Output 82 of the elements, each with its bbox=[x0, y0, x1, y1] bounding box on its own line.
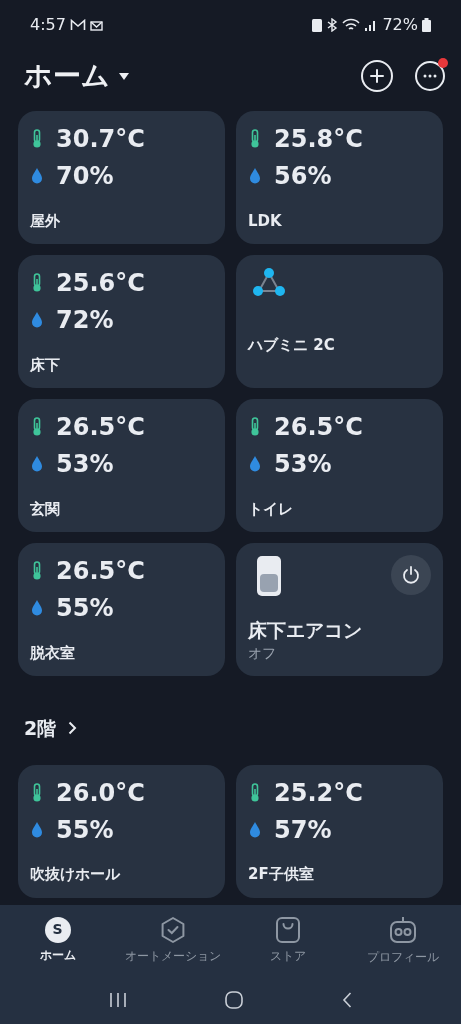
temperature: 26.5°C bbox=[56, 559, 145, 583]
power-icon bbox=[401, 565, 421, 585]
envelope-icon bbox=[89, 19, 103, 31]
humidity: 53% bbox=[274, 452, 332, 476]
sensor-card[interactable]: 26.5°C 53% トイレ bbox=[236, 399, 443, 532]
sensor-card[interactable]: 30.7°C 70% 屋外 bbox=[18, 111, 225, 244]
sensor-card[interactable]: 25.6°C 72% 床下 bbox=[18, 255, 225, 388]
wifi-icon bbox=[342, 18, 361, 32]
battery-saver-icon bbox=[312, 18, 323, 32]
device-name: 2F子供室 bbox=[248, 864, 315, 885]
sensor-card[interactable]: 25.8°C 56% LDK bbox=[236, 111, 443, 244]
device-name: ハブミニ 2C bbox=[248, 334, 336, 356]
device-status: オフ bbox=[248, 644, 277, 663]
temperature: 26.5°C bbox=[274, 415, 363, 439]
humidity: 70% bbox=[56, 164, 114, 188]
water-drop-icon bbox=[30, 820, 44, 839]
status-time: 4:57 bbox=[30, 14, 66, 36]
section-title: 2階 bbox=[24, 716, 57, 741]
humidity: 57% bbox=[274, 817, 332, 842]
humidity: 53% bbox=[56, 452, 114, 476]
thermometer-icon bbox=[30, 273, 44, 293]
nav-tab[interactable]: プロフィール bbox=[345, 914, 461, 966]
sensor-card[interactable]: 26.5°C 53% 玄関 bbox=[18, 399, 225, 532]
thermometer-icon bbox=[248, 782, 262, 803]
home-selector[interactable]: ホーム bbox=[24, 55, 130, 97]
device-name: 吹抜けホール bbox=[30, 864, 121, 885]
device-name: 床下 bbox=[30, 354, 61, 376]
water-drop-icon bbox=[30, 311, 44, 329]
switch-card[interactable]: 床下エアコン オフ bbox=[236, 543, 443, 676]
humidity: 55% bbox=[56, 596, 114, 620]
thermometer-icon bbox=[30, 782, 44, 803]
temperature: 26.0°C bbox=[56, 780, 145, 805]
humidity: 72% bbox=[56, 308, 114, 332]
more-icon bbox=[423, 74, 437, 78]
battery-percent: 72% bbox=[382, 14, 418, 36]
device-name: 脱衣室 bbox=[30, 642, 76, 664]
sensor-card[interactable]: 25.2°C 57% 2F子供室 bbox=[236, 764, 443, 898]
bluetooth-icon bbox=[326, 18, 339, 32]
thermometer-icon bbox=[30, 129, 44, 149]
device-name: 床下エアコン bbox=[248, 619, 363, 643]
chevron-right-icon bbox=[68, 721, 78, 736]
temperature: 25.2°C bbox=[274, 780, 363, 805]
thermometer-icon bbox=[30, 561, 44, 581]
humidity: 56% bbox=[274, 164, 332, 188]
add-button[interactable] bbox=[361, 60, 393, 92]
battery-icon bbox=[422, 18, 431, 32]
water-drop-icon bbox=[248, 455, 262, 473]
device-name: 玄関 bbox=[30, 498, 61, 520]
hub-card[interactable]: ハブミニ 2C bbox=[236, 255, 443, 388]
water-drop-icon bbox=[30, 167, 44, 185]
device-name: 屋外 bbox=[30, 210, 61, 232]
sensor-card[interactable]: 26.5°C 55% 脱衣室 bbox=[18, 543, 225, 676]
temperature: 26.5°C bbox=[56, 415, 145, 439]
thermometer-icon bbox=[248, 129, 262, 149]
device-name: LDK bbox=[248, 210, 283, 232]
nav-tab[interactable]: S ホーム bbox=[0, 916, 116, 964]
dropdown-caret-icon bbox=[118, 71, 130, 81]
water-drop-icon bbox=[248, 167, 262, 185]
nav-tab[interactable]: オートメーション bbox=[115, 915, 231, 965]
power-button[interactable] bbox=[391, 555, 431, 595]
back-icon[interactable] bbox=[341, 991, 352, 1008]
home-nav-icon[interactable] bbox=[225, 990, 244, 1009]
water-drop-icon bbox=[30, 455, 44, 473]
more-button[interactable] bbox=[415, 61, 445, 91]
home-icon: S bbox=[44, 916, 71, 943]
robot-icon bbox=[388, 914, 419, 945]
humidity: 55% bbox=[56, 817, 114, 842]
temperature: 30.7°C bbox=[56, 127, 145, 151]
device-name: トイレ bbox=[248, 498, 294, 520]
thermometer-icon bbox=[30, 417, 44, 437]
hub-icon bbox=[252, 267, 286, 297]
sensor-card[interactable]: 26.0°C 55% 吹抜けホール bbox=[18, 764, 225, 898]
thermometer-icon bbox=[248, 417, 262, 437]
water-drop-icon bbox=[248, 820, 262, 839]
water-drop-icon bbox=[30, 599, 44, 617]
temperature: 25.6°C bbox=[56, 271, 145, 295]
recent-apps-icon[interactable] bbox=[109, 991, 128, 1008]
plus-icon bbox=[370, 69, 384, 83]
mail-icon bbox=[69, 19, 86, 31]
nav-tab[interactable]: ストア bbox=[230, 915, 346, 965]
bag-icon bbox=[275, 915, 302, 944]
temperature: 25.8°C bbox=[274, 127, 363, 151]
